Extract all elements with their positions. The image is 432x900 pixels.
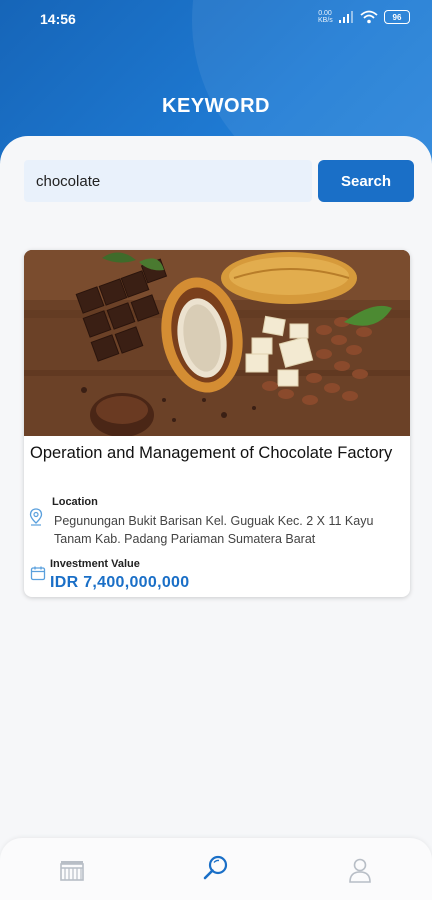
investment-value: IDR 7,400,000,000 [50, 574, 190, 591]
search-button[interactable]: Search [318, 160, 414, 202]
network-speed: 0.00 KB/s [318, 10, 333, 24]
status-bar: 14:56 0.00 KB/s 96 [0, 0, 432, 38]
home-icon[interactable] [58, 856, 86, 884]
search-row: Search [24, 160, 414, 202]
result-title[interactable]: Operation and Management of Chocolate Fa… [30, 442, 400, 464]
result-card[interactable]: Operation and Management of Chocolate Fa… [24, 250, 410, 597]
battery-indicator: 96 [384, 10, 410, 24]
search-input[interactable] [24, 160, 312, 202]
status-time: 14:56 [40, 11, 76, 27]
chocolate-photo [24, 250, 410, 436]
profile-icon[interactable] [346, 856, 374, 884]
page-title: KEYWORD [162, 95, 270, 117]
location-icon [29, 508, 43, 526]
status-icons: 0.00 KB/s 96 [318, 10, 410, 24]
location-label: Location [52, 496, 98, 508]
investment-label: Investment Value [50, 558, 140, 570]
bottom-nav [0, 838, 432, 900]
location-value: Pegunungan Bukit Barisan Kel. Guguak Kec… [54, 514, 374, 546]
wifi-icon [360, 10, 378, 24]
main-content: Search [0, 136, 432, 900]
signal-icon [339, 11, 353, 23]
search-icon[interactable] [202, 854, 230, 882]
calendar-money-icon [30, 566, 46, 581]
